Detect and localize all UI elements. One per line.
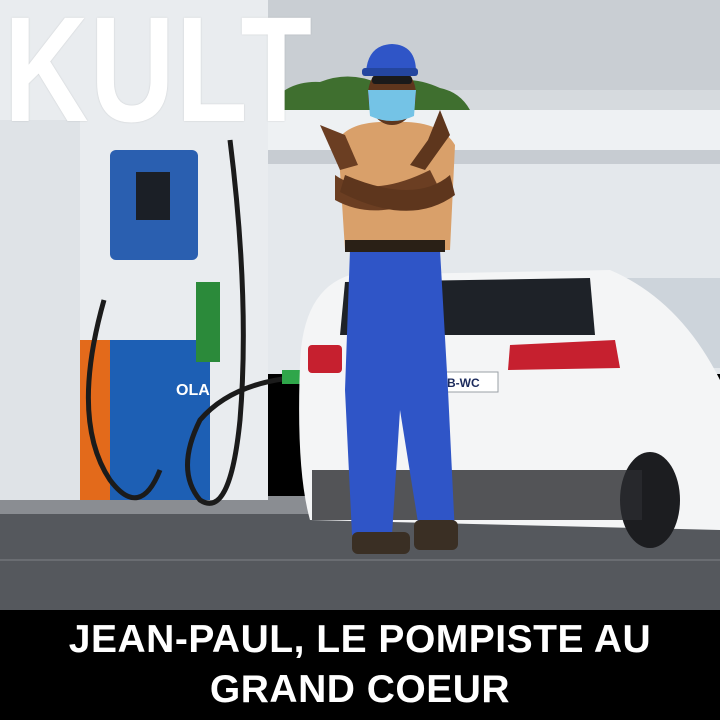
license-plate-text: B-WC xyxy=(447,376,480,390)
person-glasses xyxy=(372,76,412,84)
cloud-band xyxy=(260,0,720,90)
pump-nozzle-holder xyxy=(196,282,220,362)
canopy-shadow xyxy=(262,150,720,164)
person-cap-brim xyxy=(362,68,418,76)
person-shoe-left xyxy=(352,532,410,554)
brand-logo: KULT xyxy=(4,0,314,153)
person-belt xyxy=(345,240,445,252)
person-face-mask xyxy=(368,90,416,121)
thumbnail: OLA B-WC KULT JEAN-PAUL, LE POMPISTE AU … xyxy=(0,0,720,720)
pump-brand: OLA xyxy=(176,382,210,399)
car-tail-light-right xyxy=(508,340,620,370)
pump-screen xyxy=(136,172,170,220)
pump-column xyxy=(0,120,80,500)
person-shoe-right xyxy=(414,520,458,550)
caption-bar: JEAN-PAUL, LE POMPISTE AU GRAND COEUR xyxy=(0,610,720,720)
car-tail-light-left xyxy=(308,345,342,373)
caption-title: JEAN-PAUL, LE POMPISTE AU GRAND COEUR xyxy=(68,618,652,711)
